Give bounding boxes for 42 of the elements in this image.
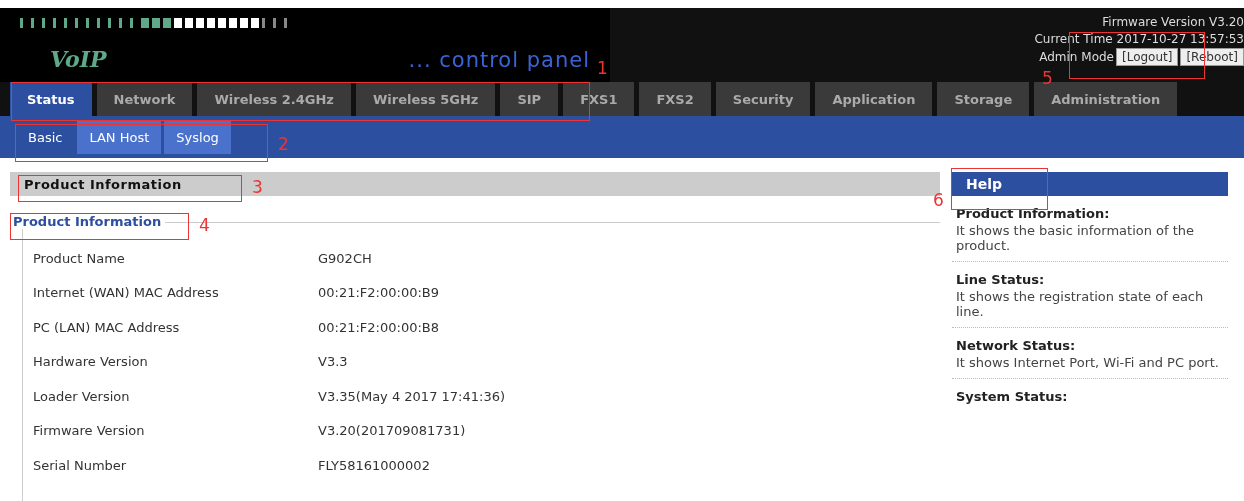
callout-number: 1 <box>597 58 608 78</box>
nav-tab[interactable]: SIP <box>500 82 559 116</box>
header-button[interactable]: [Logout] <box>1116 48 1179 66</box>
help-heading: System Status: <box>956 389 1069 404</box>
nav-tab[interactable]: Wireless 2.4GHz <box>197 82 351 116</box>
field-value: G902CH <box>318 250 372 266</box>
field-label: Product Name <box>33 250 126 266</box>
firmware-version: Firmware Version V3.20 <box>1102 14 1244 31</box>
nav-tab[interactable]: Wireless 5GHz <box>355 82 496 116</box>
help-heading: Product Information: <box>956 206 1111 221</box>
field-label: Serial Number <box>33 457 128 473</box>
nav-tab[interactable]: Status <box>10 82 92 116</box>
field-label: Internet (WAN) MAC Address <box>33 285 220 301</box>
nav-tab[interactable]: Network <box>96 82 193 116</box>
nav-tab[interactable]: FXS2 <box>639 82 711 116</box>
tagline: ... control panel <box>408 48 590 72</box>
callout-number: 2 <box>278 134 289 154</box>
field-value: V3.35(May 4 2017 17:41:36) <box>318 388 505 404</box>
help-text: It shows Internet Port, Wi-Fi and PC port. <box>956 355 1220 370</box>
field-value: V3.3 <box>318 354 348 370</box>
help-heading: Line Status: <box>956 272 1046 287</box>
field-label: Firmware Version <box>33 423 146 439</box>
nav-tab[interactable]: Application <box>815 82 933 116</box>
field-label: PC (LAN) MAC Address <box>33 319 181 335</box>
field-value: FLY58161000002 <box>318 457 430 473</box>
field-label: Loader Version <box>33 388 131 404</box>
field-value: 00:21:F2:00:00:B9 <box>318 285 439 301</box>
field-value: V3.20(201709081731) <box>318 423 466 439</box>
group-title: Product Information <box>13 214 166 229</box>
help-text: It shows the basic information of the product. <box>956 223 1196 253</box>
nav-tab[interactable]: Security <box>715 82 811 116</box>
help-text: It shows the registration state of each line. <box>956 289 1205 319</box>
field-label: Hardware Version <box>33 354 149 370</box>
callout-number: 6 <box>933 190 944 210</box>
help-title: Help <box>966 176 1003 192</box>
callout-number: 4 <box>199 215 210 235</box>
logo-text: VoIP <box>50 46 107 72</box>
callout-number: 3 <box>252 177 263 197</box>
help-heading: Network Status: <box>956 338 1077 353</box>
field-value: 00:21:F2:00:00:B8 <box>318 319 439 335</box>
nav-tab[interactable]: Storage <box>937 82 1030 116</box>
section-title: Product Information <box>24 176 182 192</box>
